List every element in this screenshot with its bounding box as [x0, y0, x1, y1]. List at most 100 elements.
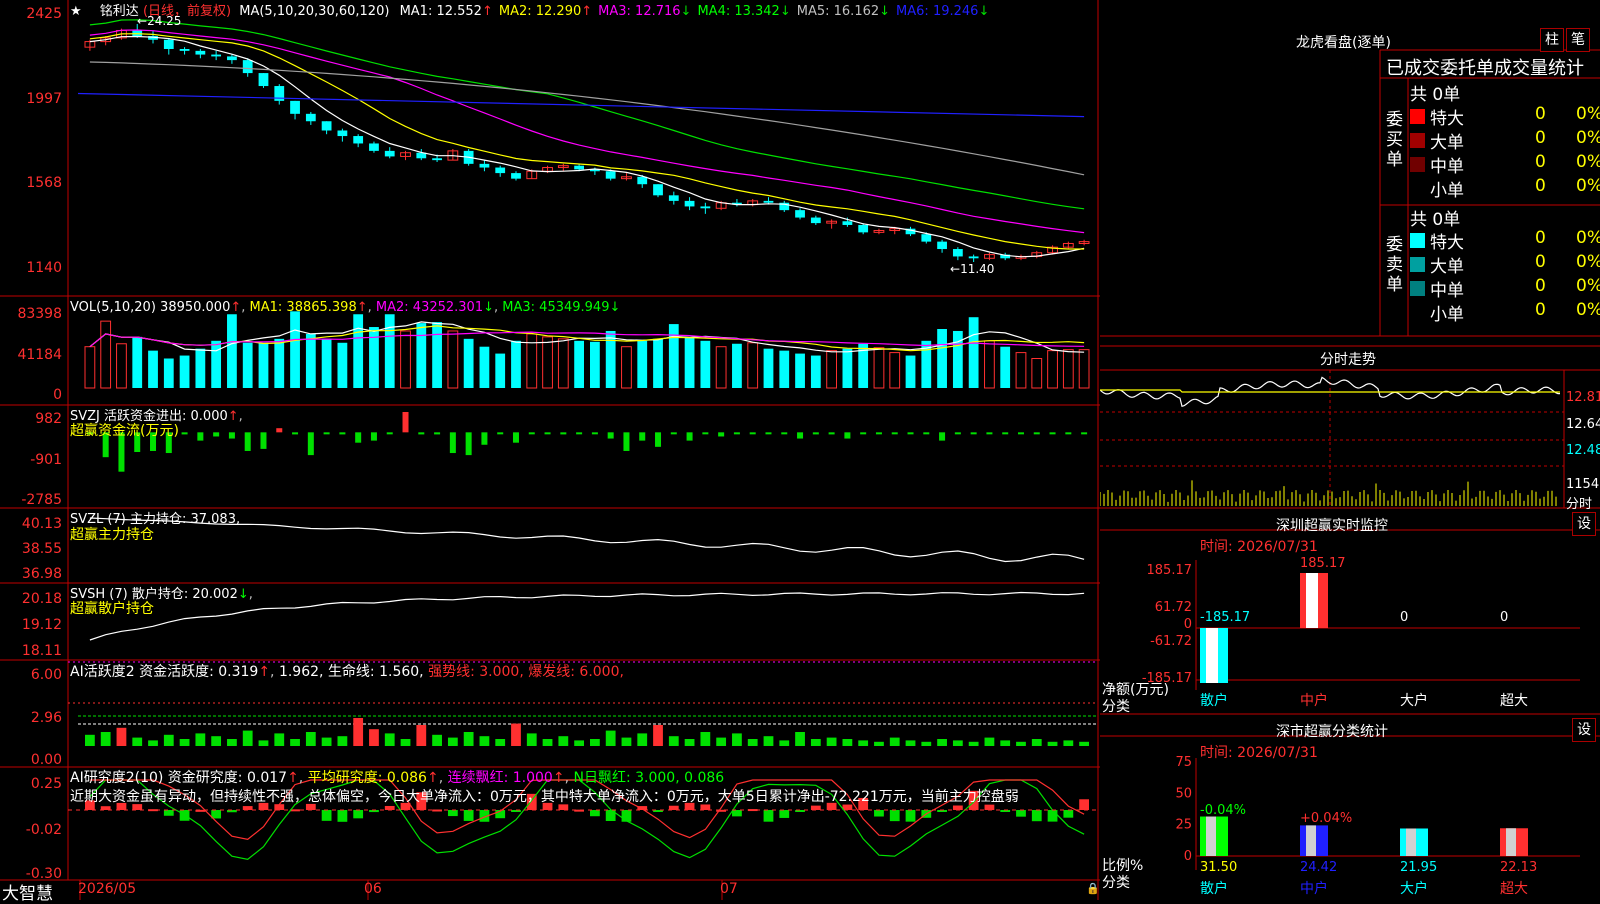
activity-bar [258, 740, 269, 746]
arrow-up-icon: ↑ [287, 770, 299, 786]
research-bar [1047, 810, 1058, 822]
x-label-jun: 06 [364, 881, 382, 897]
arrow-down-icon: ↓ [779, 4, 791, 19]
money-flow-bar [954, 432, 961, 435]
activity-bar [810, 739, 821, 746]
lock-icon[interactable]: 🔒 [1086, 882, 1100, 895]
money-flow-bar [418, 432, 425, 435]
sell-swatch-4 [1410, 305, 1425, 320]
vol-ma1-line [89, 321, 1085, 353]
intraday-tick-2: 12.64 [1566, 417, 1600, 432]
volume-bar [763, 348, 774, 388]
research-bar [763, 810, 774, 822]
activity-bar [684, 739, 695, 746]
candle-body [684, 200, 695, 207]
volume-bar [968, 317, 979, 388]
activity-bar [447, 737, 458, 746]
candle-body [937, 241, 947, 250]
candle-body [211, 54, 222, 57]
activity-bar [274, 733, 285, 746]
tab-trade-view[interactable]: 笔 [1566, 28, 1590, 52]
volume-bar [116, 343, 127, 389]
volume-bar [1047, 350, 1058, 389]
candle-body [369, 143, 379, 151]
money-flow-bar [939, 432, 946, 441]
star-icon[interactable]: ★ [70, 4, 82, 19]
arrow-up-icon: ↑ [581, 4, 593, 19]
activity-bar [921, 741, 932, 746]
activity-bar [479, 736, 490, 746]
activity-bar [874, 741, 884, 746]
money-flow-bar [718, 432, 725, 437]
money-flow-bar [812, 432, 819, 435]
sell-pct-3: 0% [1576, 276, 1600, 296]
candle-body [605, 171, 616, 179]
sz-classify-settings-button[interactable]: 设 [1572, 718, 1596, 742]
candle-body [968, 256, 979, 259]
volume-bar [1031, 358, 1043, 389]
activity-bar [747, 739, 758, 746]
research-bar [353, 810, 364, 819]
research-bar [779, 810, 790, 818]
ma-label: MA(5,10,20,30,60,120) [239, 4, 390, 19]
candle-body [653, 184, 663, 196]
activity-bar [148, 740, 158, 746]
volume-bar [353, 314, 364, 388]
ai2-burst: 爆发线: 6.000, [528, 664, 624, 680]
activity-bar [400, 739, 411, 746]
money-flow-bar [797, 432, 804, 439]
y-tick-air-1: 0.25 [30, 776, 62, 792]
candle-body [258, 73, 269, 87]
sz-monitor-title: 深圳超赢实时监控 [1276, 518, 1388, 534]
ai-research-nday: N日飘红: 3.000, 0.086 [573, 770, 725, 786]
sell-count-1: 0 [1535, 228, 1546, 248]
money-flow-bar [1002, 432, 1009, 435]
vol-value: 38950.000 [160, 300, 231, 315]
volume-bar [826, 350, 838, 389]
sell-label-2: 大单 [1430, 257, 1464, 277]
research-bar [810, 805, 821, 810]
vol-ma3: MA3: 45349.949 [502, 300, 610, 315]
activity-bar [242, 730, 253, 746]
money-flow-bar [528, 432, 535, 435]
vol-title: VOL(5,10,20) [70, 300, 156, 315]
sz-monitor-ytick: 185.17 [1147, 563, 1193, 578]
candle-body [195, 50, 206, 55]
y-tick-svzj-3: -2785 [21, 492, 62, 508]
svzl-subtitle: 超赢主力持仓 [70, 527, 154, 543]
activity-bar [337, 736, 348, 746]
research-bar [463, 810, 474, 821]
money-flow-bar [923, 432, 930, 435]
sz-monitor-xcaption: 分类 [1102, 699, 1130, 715]
buy-orders-label: 委买单 [1386, 110, 1403, 170]
sz-monitor-ytick: -61.72 [1150, 634, 1192, 649]
sz-monitor-settings-button[interactable]: 设 [1572, 512, 1596, 536]
y-tick-price-3: 1568 [26, 175, 62, 191]
sz-classify-bar-highlight [1206, 816, 1216, 856]
buy-total: 共 0单 [1410, 85, 1461, 105]
sz-classify-title: 深市超赢分类统计 [1276, 724, 1388, 740]
chart-area[interactable]: ★ 铭利达 (日线，前复权) MA(5,10,20,30,60,120) MA1… [0, 0, 1100, 904]
sell-pct-1: 0% [1576, 228, 1600, 248]
sz-classify-bar-highlight [1306, 825, 1316, 856]
sz-monitor-category: 中户 [1300, 692, 1328, 709]
candle-body [637, 176, 648, 185]
chart-canvas[interactable] [0, 0, 1100, 900]
sz-monitor-bar-highlight [1206, 628, 1218, 683]
candle-body [227, 56, 237, 61]
money-flow-bar [228, 432, 235, 439]
tab-bar-view[interactable]: 柱 [1540, 28, 1564, 52]
volume-bar [1015, 352, 1027, 389]
money-flow-bar [591, 432, 598, 435]
buy-label-4: 小单 [1430, 181, 1464, 201]
activity-bar [889, 737, 900, 746]
ma-values: MA1: 12.552↑ MA2: 12.290↑ MA3: 12.716↓ MA4:… [394, 4, 990, 19]
activity-bar [132, 737, 143, 746]
candle-body [479, 163, 490, 168]
activity-bar [574, 740, 585, 746]
intraday-vol-tick: 1154 [1566, 477, 1600, 492]
money-flow-bar [1049, 432, 1056, 435]
activity-bar [1079, 741, 1090, 746]
volume-bar [511, 340, 521, 388]
research-bar [668, 805, 679, 810]
